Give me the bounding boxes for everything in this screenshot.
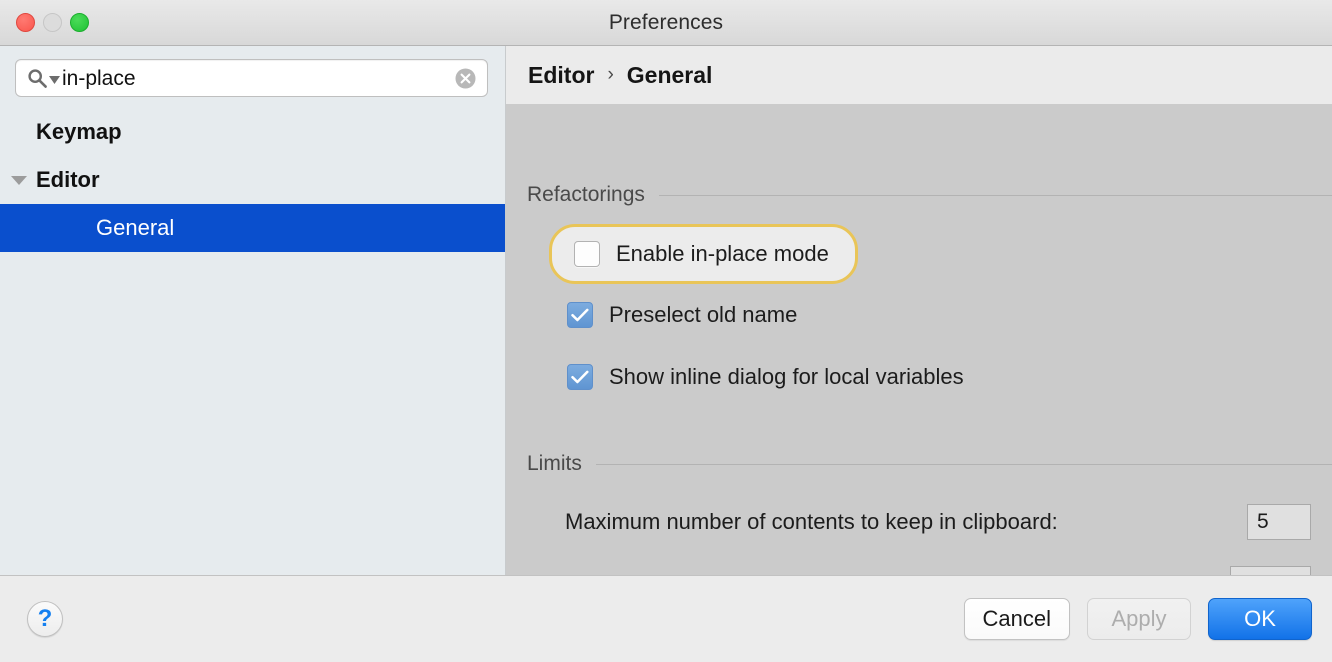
check-icon (571, 370, 589, 384)
group-divider (596, 464, 1332, 465)
sidebar-item-general[interactable]: General (0, 204, 505, 252)
sidebar-item-editor[interactable]: Editor (0, 156, 505, 204)
checkbox-preselect-old-name[interactable] (567, 302, 593, 328)
preferences-window: Preferences in-place (0, 0, 1332, 662)
cancel-button[interactable]: Cancel (964, 598, 1070, 640)
checkbox-enable-in-place-mode[interactable] (574, 241, 600, 267)
checkbox-row-preselect-old-name[interactable]: Preselect old name (567, 300, 797, 330)
ok-button[interactable]: OK (1208, 598, 1312, 640)
sidebar-item-label: Editor (36, 167, 100, 193)
expand-editor-toggle[interactable] (4, 176, 34, 185)
search-input[interactable]: in-place (62, 68, 455, 89)
close-button[interactable] (16, 13, 35, 32)
breadcrumb-current: General (627, 62, 713, 89)
window-controls (16, 0, 89, 45)
chevron-down-icon (11, 176, 27, 185)
search-container: in-place (0, 46, 505, 108)
apply-button: Apply (1087, 598, 1191, 640)
input-recent-files-limit[interactable]: 50 (1230, 566, 1311, 575)
field-label: Maximum number of contents to keep in cl… (565, 509, 1058, 535)
clear-icon[interactable] (455, 68, 476, 89)
group-title: Refactorings (527, 183, 645, 207)
group-header-limits: Limits (527, 452, 1332, 476)
checkbox-show-inline-dialog-for-local-variables[interactable] (567, 364, 593, 390)
checkbox-row-show-inline-dialog[interactable]: Show inline dialog for local variables (567, 362, 964, 392)
settings-sidebar: in-place Keymap Editor (0, 46, 506, 575)
breadcrumb-separator-icon: › (607, 64, 613, 86)
input-max-clipboard-contents[interactable]: 5 (1247, 504, 1311, 540)
breadcrumb-parent[interactable]: Editor (528, 62, 594, 89)
field-row-recent-files-limit: Recent files limit: 50 (527, 566, 1311, 575)
search-field[interactable]: in-place (15, 59, 488, 97)
checkbox-label: Preselect old name (609, 302, 797, 328)
maximize-button[interactable] (70, 13, 89, 32)
window-title: Preferences (609, 11, 723, 35)
breadcrumb: Editor › General (506, 46, 1332, 104)
dialog-body: in-place Keymap Editor (0, 46, 1332, 576)
field-label: Recent files limit: (565, 571, 731, 575)
help-button[interactable]: ? (27, 601, 63, 637)
group-title: Limits (527, 452, 582, 476)
checkbox-label: Enable in-place mode (616, 241, 829, 267)
sidebar-item-label: General (96, 215, 174, 241)
check-icon (571, 308, 589, 322)
checkbox-row-enable-in-place-mode[interactable]: Enable in-place mode (549, 224, 858, 284)
group-divider (659, 195, 1332, 196)
sidebar-item-label: Keymap (36, 119, 122, 145)
search-icon-glyph (27, 68, 48, 89)
search-icon[interactable] (27, 68, 60, 89)
checkbox-label: Show inline dialog for local variables (609, 364, 964, 390)
settings-content: Refactorings Enable in-place mode Presel… (506, 104, 1332, 575)
chevron-down-icon[interactable] (49, 76, 60, 85)
group-header-refactorings: Refactorings (527, 183, 1332, 207)
field-row-clipboard-contents: Maximum number of contents to keep in cl… (527, 504, 1311, 540)
title-bar: Preferences (0, 0, 1332, 46)
settings-pane: Editor › General Refactorings Enable in-… (506, 46, 1332, 575)
dialog-footer: ? Cancel Apply OK (0, 576, 1332, 662)
sidebar-item-keymap[interactable]: Keymap (0, 108, 505, 156)
settings-tree: Keymap Editor General (0, 108, 505, 575)
minimize-button[interactable] (43, 13, 62, 32)
